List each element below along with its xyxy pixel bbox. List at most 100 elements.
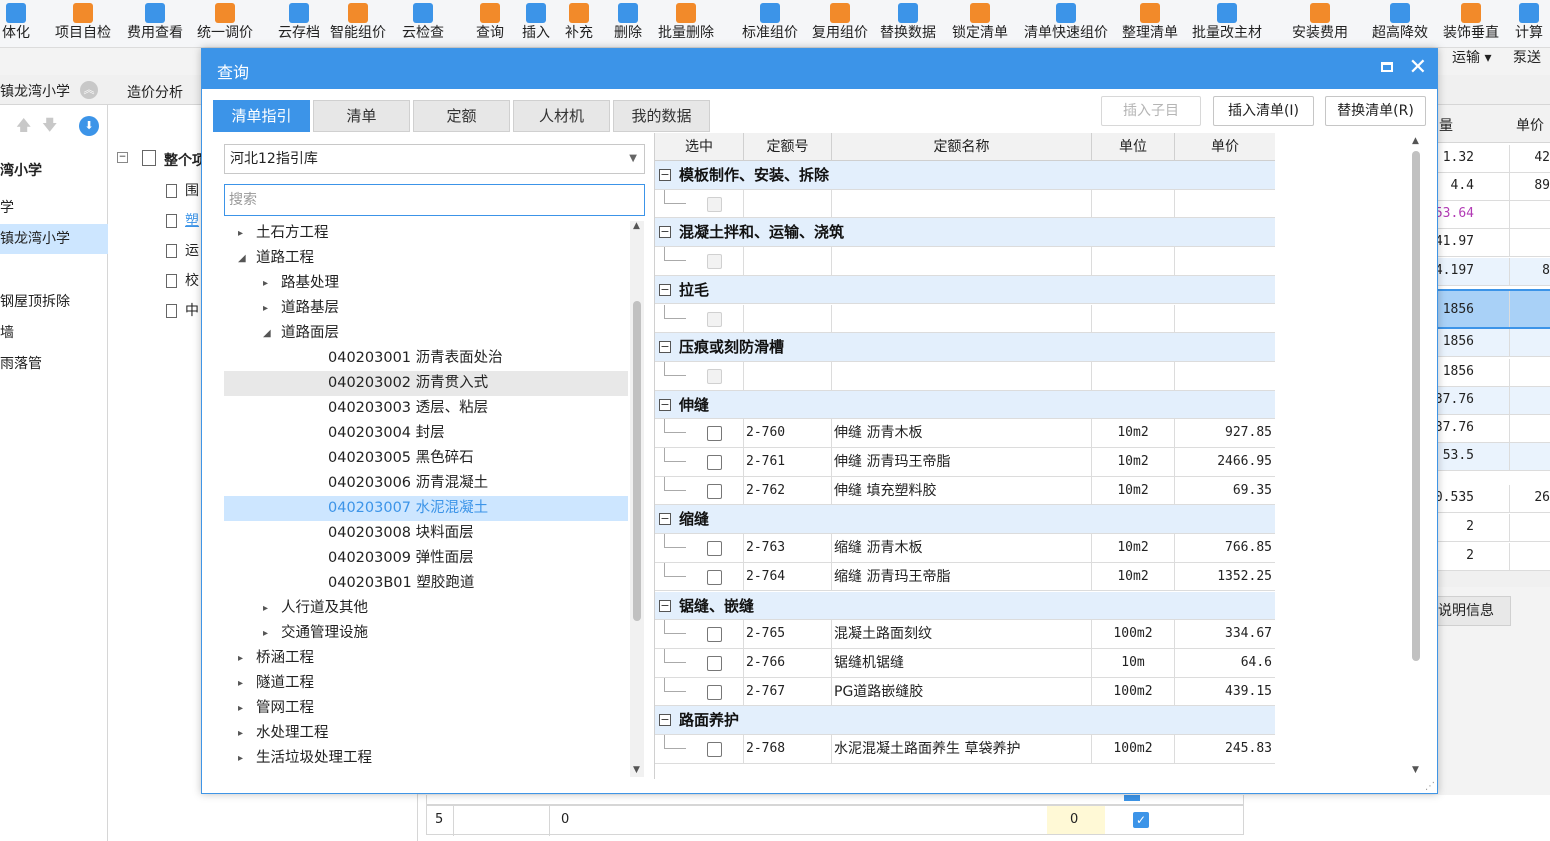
toolbar-sub-label[interactable]: 泵送 bbox=[1513, 47, 1541, 67]
toolbar-button-12[interactable]: 标准组价 bbox=[740, 0, 800, 48]
table-row[interactable] bbox=[655, 361, 1275, 391]
guide-tree-node[interactable]: ▸ 道路基层 bbox=[224, 296, 628, 321]
replace-list-button[interactable]: 替换清单(R) bbox=[1325, 96, 1426, 126]
project-list-item[interactable]: 钢屋顶拆除 bbox=[0, 287, 108, 317]
table-row[interactable]: 53.5 bbox=[1437, 443, 1550, 471]
table-row[interactable]: 141.97 bbox=[1427, 229, 1550, 257]
table-row[interactable]: 1856 bbox=[1437, 359, 1550, 387]
guide-tree-node[interactable]: ▸ 路基处理 bbox=[224, 271, 628, 296]
table-row[interactable] bbox=[655, 189, 1275, 219]
expand-icon[interactable]: ▸ bbox=[238, 646, 243, 671]
group-row[interactable]: − 锯缝、嵌缝 bbox=[655, 591, 1275, 621]
collapse-icon[interactable]: − bbox=[659, 513, 671, 526]
cost-analysis-tab[interactable]: 造价分析 bbox=[127, 82, 183, 102]
toolbar-button-18[interactable]: 批量改主材 bbox=[1190, 0, 1264, 48]
close-icon[interactable]: ✕ bbox=[1409, 55, 1427, 81]
toolbar-button-2[interactable]: 费用查看 bbox=[125, 0, 185, 48]
toolbar-button-21[interactable]: 装饰垂直 bbox=[1441, 0, 1501, 48]
toolbar-button-20[interactable]: 超高降效 bbox=[1370, 0, 1430, 48]
toolbar-button-9[interactable]: 补充 bbox=[563, 0, 595, 48]
expand-icon[interactable]: ▸ bbox=[238, 696, 243, 721]
table-row[interactable]: 1.32 42 bbox=[1437, 145, 1550, 173]
table-row[interactable]: 4.4 89 bbox=[1437, 173, 1550, 201]
project-list-item[interactable]: 雨落管 bbox=[0, 349, 108, 379]
toolbar-button-1[interactable]: 项目自检 bbox=[53, 0, 113, 48]
tree-scrollbar[interactable]: ▲ ▼ bbox=[630, 221, 644, 777]
expand-icon[interactable]: ▸ bbox=[263, 596, 268, 621]
guide-tree-node[interactable]: 040203001 沥青表面处治 bbox=[224, 346, 628, 371]
collapse-icon[interactable]: − bbox=[659, 398, 671, 411]
toolbar-button-5[interactable]: 智能组价 bbox=[328, 0, 388, 48]
toolbar-button-13[interactable]: 复用组价 bbox=[810, 0, 870, 48]
tree-root-label[interactable]: 整个项 bbox=[164, 150, 206, 170]
guide-tree-node[interactable]: ▸ 生活垃圾处理工程 bbox=[224, 746, 628, 771]
collapse-icon[interactable]: ◢ bbox=[263, 321, 271, 346]
toolbar-button-6[interactable]: 云检查 bbox=[400, 0, 446, 48]
grid-scrollbar[interactable] bbox=[1437, 571, 1550, 587]
insert-list-button[interactable]: 插入清单(I) bbox=[1213, 96, 1314, 126]
expand-icon[interactable]: ▸ bbox=[238, 721, 243, 746]
tab-0[interactable]: 清单指引 bbox=[213, 100, 310, 132]
toolbar-button-8[interactable]: 插入 bbox=[520, 0, 552, 48]
search-input[interactable] bbox=[224, 184, 645, 216]
table-row[interactable]: 237.76 bbox=[1427, 387, 1550, 415]
collapse-icon[interactable]: − bbox=[659, 283, 671, 296]
group-row[interactable]: − 模板制作、安装、拆除 bbox=[655, 161, 1275, 190]
row-checkbox[interactable]: ✓ bbox=[1133, 812, 1149, 828]
guide-tree-node[interactable]: ◢ 道路面层 bbox=[224, 321, 628, 346]
toolbar-button-3[interactable]: 统一调价 bbox=[195, 0, 255, 48]
table-row[interactable]: 237.76 bbox=[1427, 415, 1550, 443]
guide-tree-node[interactable]: ◢ 道路工程 bbox=[224, 246, 628, 271]
collapse-icon[interactable]: − bbox=[659, 226, 671, 239]
table-row[interactable]: 2 bbox=[1437, 514, 1550, 542]
tab-1[interactable]: 清单 bbox=[313, 100, 410, 132]
collapse-icon[interactable]: − bbox=[659, 714, 671, 727]
project-list-item[interactable]: 学 bbox=[0, 193, 108, 223]
guide-tree-node[interactable]: 040203006 沥青混凝土 bbox=[224, 471, 628, 496]
group-row[interactable]: − 混凝土拌和、运输、浇筑 bbox=[655, 218, 1275, 248]
group-row[interactable]: − 路面养护 bbox=[655, 706, 1275, 735]
table-row[interactable]: 2-768 水泥混凝土路面养生 草袋养护 100m2 245.83 bbox=[655, 735, 1275, 764]
row-checkbox-partial[interactable] bbox=[1124, 795, 1140, 801]
toolbar-button-19[interactable]: 安装费用 bbox=[1290, 0, 1350, 48]
column-header-4[interactable]: 单价 bbox=[1175, 133, 1275, 161]
collapse-icon[interactable]: ◢ bbox=[238, 246, 246, 271]
table-row[interactable]: 1856 bbox=[1437, 289, 1550, 329]
group-row[interactable]: − 压痕或刻防滑槽 bbox=[655, 333, 1275, 362]
expand-icon[interactable]: ▸ bbox=[238, 221, 243, 246]
toolbar-button-10[interactable]: 删除 bbox=[612, 0, 644, 48]
info-tab[interactable]: 说明信息 bbox=[1437, 596, 1511, 626]
scroll-down-icon[interactable]: ▼ bbox=[633, 765, 640, 775]
tree-item[interactable]: 塑 bbox=[166, 210, 199, 230]
guide-tree-node[interactable]: ▸ 土石方工程 bbox=[224, 221, 628, 246]
toolbar-button-4[interactable]: 云存档 bbox=[276, 0, 322, 48]
column-header-1[interactable]: 定额号 bbox=[744, 133, 832, 161]
guide-tree-node[interactable]: 040203003 透层、粘层 bbox=[224, 396, 628, 421]
table-row[interactable]: 14.197 8 bbox=[1427, 258, 1550, 286]
arrow-down-icon[interactable]: 🡇 bbox=[42, 115, 57, 140]
tree-item[interactable]: 围 bbox=[166, 180, 199, 200]
maximize-icon[interactable] bbox=[1381, 62, 1393, 72]
project-list-item[interactable]: 墙 bbox=[0, 318, 108, 348]
tab-2[interactable]: 定额 bbox=[413, 100, 510, 132]
column-header-3[interactable]: 单位 bbox=[1092, 133, 1175, 161]
table-row[interactable]: 5 0 0 ✓ bbox=[426, 805, 1244, 836]
group-row[interactable]: − 拉毛 bbox=[655, 275, 1275, 305]
scroll-down-icon[interactable]: ▼ bbox=[1412, 765, 1419, 775]
guide-tree-node[interactable]: 040203004 封层 bbox=[224, 421, 628, 446]
table-row[interactable]: 2-760 伸缝 沥青木板 10m2 927.85 bbox=[655, 419, 1275, 448]
guide-tree-node[interactable]: ▸ 桥涵工程 bbox=[224, 646, 628, 671]
toolbar-button-22[interactable]: 计算 bbox=[1513, 0, 1545, 48]
collapse-icon[interactable]: − bbox=[659, 169, 671, 181]
library-select[interactable]: 河北12指引库 ▼ bbox=[224, 144, 645, 174]
table-row[interactable]: 2-764 缩缝 沥青玛王帝脂 10m2 1352.25 bbox=[655, 562, 1275, 592]
guide-tree-node[interactable]: ▸ 人行道及其他 bbox=[224, 596, 628, 621]
project-list-item[interactable]: 湾小学 bbox=[0, 156, 108, 186]
column-header-2[interactable]: 定额名称 bbox=[832, 133, 1092, 161]
column-header-0[interactable]: 选中 bbox=[655, 133, 744, 161]
tree-item[interactable]: 校 bbox=[166, 270, 199, 290]
toolbar-button-15[interactable]: 锁定清单 bbox=[950, 0, 1010, 48]
arrow-up-icon[interactable]: 🡅 bbox=[16, 115, 31, 140]
toolbar-button-11[interactable]: 批量删除 bbox=[656, 0, 716, 48]
tree-scroll-thumb[interactable] bbox=[633, 301, 641, 621]
